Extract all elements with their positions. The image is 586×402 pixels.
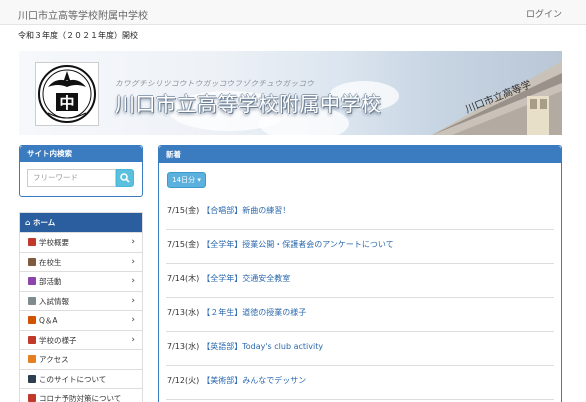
news-date: 7/15(金) — [167, 240, 200, 249]
period-label: 14日分 — [172, 176, 196, 184]
chevron-right-icon[interactable]: › — [131, 253, 135, 273]
school-life-icon — [28, 335, 36, 344]
school-icon — [28, 238, 36, 246]
search-button[interactable] — [116, 169, 134, 187]
students-icon — [28, 257, 36, 266]
news-date: 7/12(火) — [167, 376, 200, 385]
menu-item[interactable]: 入試情報 › — [20, 290, 142, 312]
news-item: 7/13(水) 【英語部】Today's club activity — [166, 332, 554, 366]
chevron-right-icon[interactable]: › — [131, 233, 135, 253]
news-date: 7/15(金) — [167, 206, 200, 215]
virus-icon — [28, 394, 36, 402]
chevron-right-icon[interactable]: › — [131, 272, 135, 292]
news-title-link[interactable]: 【２年生】道徳の授業の様子 — [202, 308, 306, 317]
site-search-panel: サイト内検索 フリーワード — [19, 145, 143, 197]
school-building-image: 川口市立高等学 — [432, 61, 562, 135]
menu-item-label: 学校の様子 — [39, 335, 77, 345]
search-input[interactable]: フリーワード — [27, 169, 116, 187]
news-item: 7/12(火) 【美術部】みんなでデッサン — [166, 366, 554, 400]
menu-home-label: ホーム — [33, 218, 56, 227]
logo-character: 中 — [59, 94, 74, 112]
news-panel: 新着 14日分 ▾ 7/15(金) 【合唱部】新曲の練習！ 7/15(金) 【全学年】… — [158, 145, 562, 402]
news-title-link[interactable]: 【全学年】授業公開・保護者会のアンケートについて — [202, 240, 393, 249]
period-dropdown[interactable]: 14日分 ▾ — [167, 172, 206, 188]
access-icon — [28, 355, 36, 363]
opening-notice: 令和３年度（２０２１年度）開校 — [18, 31, 138, 40]
news-item: 7/14(木) 【全学年】交通安全教室 — [166, 264, 554, 298]
menu-item-label: コロナ予防対策について — [39, 394, 122, 402]
news-item: 7/15(金) 【合唱部】新曲の練習！ — [166, 196, 554, 230]
menu-item[interactable]: 学校概要 › — [20, 232, 142, 252]
news-date: 7/13(水) — [167, 308, 200, 317]
club-icon — [28, 277, 36, 285]
site-title[interactable]: 川口市立高等学校附属中学校 — [18, 7, 148, 22]
menu-item-label: 入試情報 — [39, 296, 69, 306]
top-bar: 川口市立高等学校附属中学校 ログイン — [0, 0, 586, 25]
menu-item[interactable]: コロナ予防対策について — [20, 388, 142, 402]
side-menu: ⌂ ホーム 学校概要 › 在校生 › 部活動 › 入試情報 › Q＆A › 学校の様子 › アクセスこの… — [19, 212, 143, 402]
menu-item[interactable]: 学校の様子 › — [20, 329, 142, 351]
news-title-link[interactable]: 【合唱部】新曲の練習！ — [202, 206, 290, 215]
search-icon — [120, 173, 130, 183]
header-banner[interactable]: 川口市立高等学 中 カワグチシリツコウトウガッコウフゾクチュウガッコウ 川口市立… — [19, 51, 562, 135]
news-item: 7/13(水) 【２年生】道徳の授業の様子 — [166, 298, 554, 332]
menu-item-label: 学校概要 — [39, 238, 69, 247]
school-logo: 中 — [35, 62, 99, 126]
menu-item[interactable]: 部活動 › — [20, 271, 142, 291]
news-date: 7/14(木) — [167, 274, 200, 283]
caret-down-icon: ▾ — [197, 176, 201, 184]
school-name-heading: 川口市立高等学校附属中学校 — [115, 92, 382, 116]
login-link[interactable]: ログイン — [526, 7, 562, 20]
qa-icon — [28, 316, 36, 324]
document-icon — [28, 296, 36, 305]
menu-item-label: 部活動 — [39, 277, 62, 286]
chevron-right-icon[interactable]: › — [131, 331, 135, 351]
menu-item[interactable]: このサイトについて — [20, 368, 142, 388]
menu-home[interactable]: ⌂ ホーム — [20, 213, 142, 232]
chevron-right-icon[interactable]: › — [131, 292, 135, 312]
news-title-link[interactable]: 【全学年】交通安全教室 — [202, 274, 290, 283]
menu-item[interactable]: 在校生 › — [20, 251, 142, 273]
news-list: 7/15(金) 【合唱部】新曲の練習！ 7/15(金) 【全学年】授業公開・保護者会の… — [166, 196, 554, 400]
menu-item-label: 在校生 — [39, 257, 62, 267]
news-item: 7/15(金) 【全学年】授業公開・保護者会のアンケートについて — [166, 230, 554, 264]
news-date: 7/13(水) — [167, 342, 200, 351]
menu-item-label: このサイトについて — [39, 374, 107, 384]
news-title-link[interactable]: 【英語部】Today's club activity — [202, 342, 323, 351]
chevron-right-icon[interactable]: › — [131, 311, 135, 331]
news-panel-heading: 新着 — [159, 146, 561, 163]
menu-item-label: アクセス — [39, 355, 69, 364]
monitor-icon — [28, 374, 36, 383]
menu-item[interactable]: Q＆A › — [20, 310, 142, 330]
menu-item[interactable]: アクセス — [20, 349, 142, 369]
home-icon: ⌂ — [25, 218, 31, 227]
news-title-link[interactable]: 【美術部】みんなでデッサン — [202, 376, 306, 385]
menu-item-label: Q＆A — [39, 316, 58, 325]
search-panel-heading: サイト内検索 — [20, 146, 142, 162]
